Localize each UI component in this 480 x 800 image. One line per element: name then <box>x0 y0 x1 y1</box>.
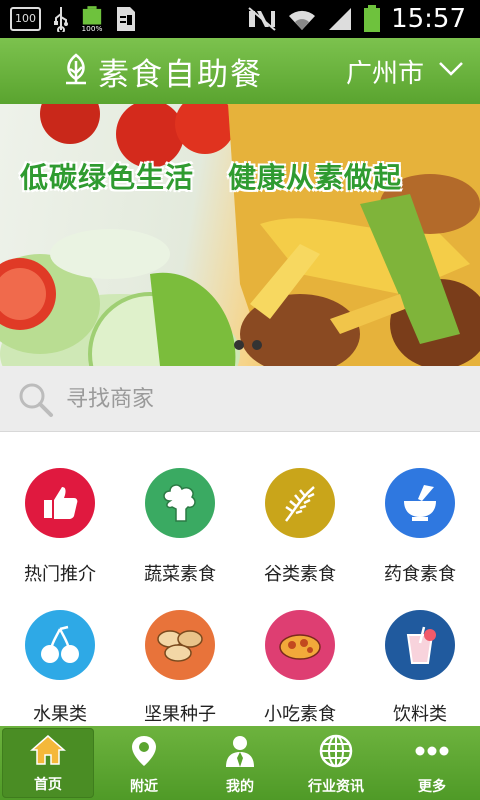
pager-dot[interactable] <box>252 340 262 350</box>
category-label: 水果类 <box>33 704 87 725</box>
status-bar: 100 100% 15:57 <box>0 0 480 38</box>
user-icon <box>224 734 256 772</box>
banner-pager <box>234 340 262 350</box>
pager-dot[interactable] <box>234 340 244 350</box>
document-icon <box>115 7 137 31</box>
page-title: 素食自助餐 <box>98 56 263 93</box>
thumbs-up-icon <box>25 468 95 538</box>
category-medicinal[interactable]: 药食素食 <box>360 464 480 604</box>
nav-home[interactable]: 首页 <box>2 728 94 798</box>
category-drinks[interactable]: 饮料类 <box>360 604 480 744</box>
banner-image <box>0 104 480 366</box>
category-label: 蔬菜素食 <box>144 564 216 585</box>
mute-icon <box>247 7 277 31</box>
search-input[interactable] <box>66 382 456 416</box>
app-header: 素食自助餐 广州市 <box>0 38 480 104</box>
battery-full-icon: 100% <box>81 6 103 33</box>
banner-slogan-right: 健康从素做起 <box>228 161 403 194</box>
mortar-pestle-icon <box>385 468 455 538</box>
category-label: 小吃素食 <box>264 704 336 725</box>
nav-label: 我的 <box>226 779 254 795</box>
nuts-icon <box>145 610 215 680</box>
nav-label: 行业资讯 <box>308 779 364 795</box>
promo-banner[interactable]: 低碳绿色生活 健康从素做起 <box>0 104 480 366</box>
grain-icon <box>265 468 335 538</box>
clock: 15:57 <box>391 4 466 34</box>
category-grid: 热门推介 蔬菜素食 谷类素食 药食素食 水果类 坚果种子 小吃素食 饮料类 <box>0 432 480 726</box>
home-icon <box>30 734 66 770</box>
signal-icon <box>327 7 353 31</box>
usb-icon <box>53 7 69 32</box>
category-label: 谷类素食 <box>264 564 336 585</box>
category-vegetables[interactable]: 蔬菜素食 <box>120 464 240 604</box>
nav-label: 附近 <box>130 779 158 795</box>
globe-icon <box>319 734 353 772</box>
cherry-icon <box>25 610 95 680</box>
category-label: 饮料类 <box>393 704 447 725</box>
category-nuts[interactable]: 坚果种子 <box>120 604 240 744</box>
battery-icon <box>363 5 381 32</box>
city-label: 广州市 <box>345 58 424 89</box>
wifi-icon <box>287 7 317 31</box>
broccoli-icon <box>145 468 215 538</box>
svg-text:100%: 100% <box>82 24 103 33</box>
snack-icon <box>265 610 335 680</box>
more-dots-icon <box>414 734 450 772</box>
category-label: 药食素食 <box>384 564 456 585</box>
category-label: 热门推介 <box>24 564 96 585</box>
banner-slogan-left: 低碳绿色生活 <box>20 161 195 194</box>
category-label: 坚果种子 <box>144 704 216 725</box>
category-fruits[interactable]: 水果类 <box>0 604 120 744</box>
leaf-logo-icon <box>62 53 90 89</box>
category-snacks[interactable]: 小吃素食 <box>240 604 360 744</box>
category-grains[interactable]: 谷类素食 <box>240 464 360 604</box>
category-hot-picks[interactable]: 热门推介 <box>0 464 120 604</box>
chevron-down-icon <box>438 61 464 81</box>
search-icon[interactable] <box>18 382 54 422</box>
brand: 素食自助餐 <box>62 38 263 104</box>
drink-icon <box>385 610 455 680</box>
nav-mine[interactable]: 我的 <box>192 726 288 800</box>
location-pin-icon <box>130 734 158 772</box>
city-selector[interactable]: 广州市 <box>346 38 464 104</box>
nav-industry-news[interactable]: 行业资讯 <box>288 726 384 800</box>
nav-label: 首页 <box>34 777 62 793</box>
search-bar <box>0 366 480 432</box>
nav-nearby[interactable]: 附近 <box>96 726 192 800</box>
bottom-navigation: 首页 附近 我的 行业资讯 更多 <box>0 726 480 800</box>
nav-more[interactable]: 更多 <box>384 726 480 800</box>
nav-label: 更多 <box>418 779 446 795</box>
notification-badge: 100 <box>10 7 41 31</box>
